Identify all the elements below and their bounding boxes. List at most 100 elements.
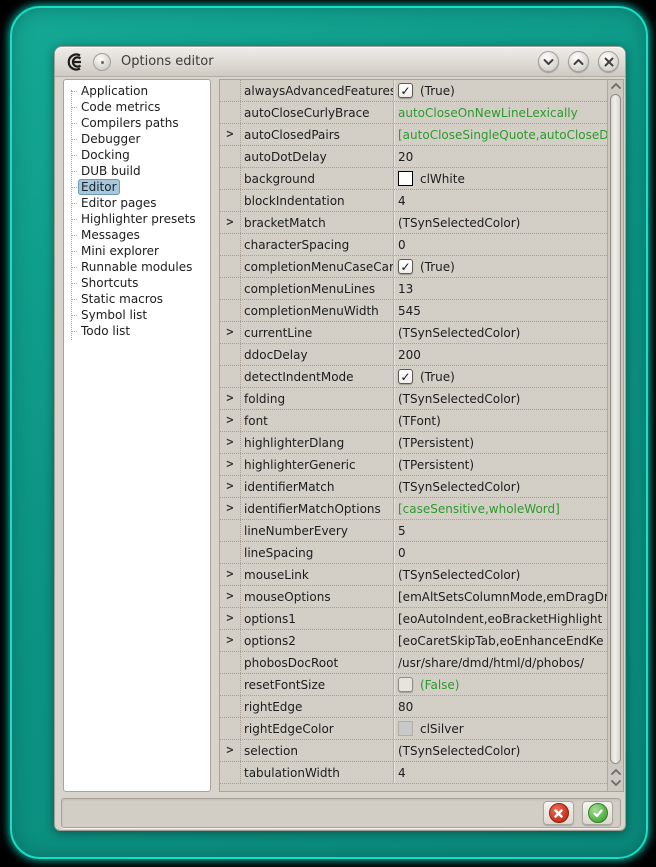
property-row-rightEdgeColor[interactable]: rightEdgeColorclSilver: [220, 718, 607, 740]
property-row-detectIndentMode[interactable]: detectIndentMode✓(True): [220, 366, 607, 388]
scroll-up-button[interactable]: [608, 82, 623, 90]
property-value[interactable]: 20: [393, 146, 607, 167]
property-row-highlighterDlang[interactable]: >highlighterDlang(TPersistent): [220, 432, 607, 454]
cancel-button[interactable]: [543, 801, 574, 825]
property-row-characterSpacing[interactable]: characterSpacing0: [220, 234, 607, 256]
expand-arrow-icon[interactable]: >: [226, 414, 234, 427]
property-row-mouseOptions[interactable]: >mouseOptions[emAltSetsColumnMode,emDrag…: [220, 586, 607, 608]
sidebar-item-runnable-modules[interactable]: Runnable modules: [64, 259, 210, 275]
expander-cell[interactable]: >: [220, 454, 241, 475]
close-button[interactable]: [598, 51, 619, 72]
expander-cell[interactable]: >: [220, 630, 241, 651]
property-value[interactable]: 4: [393, 190, 607, 211]
expand-arrow-icon[interactable]: >: [226, 392, 234, 405]
property-row-resetFontSize[interactable]: resetFontSize(False): [220, 674, 607, 696]
property-row-autoClosedPairs[interactable]: >autoClosedPairs[autoCloseSingleQuote,au…: [220, 124, 607, 146]
property-row-rightEdge[interactable]: rightEdge80: [220, 696, 607, 718]
expander-cell[interactable]: >: [220, 410, 241, 431]
property-value[interactable]: 0: [393, 234, 607, 255]
expand-arrow-icon[interactable]: >: [226, 502, 234, 515]
sidebar-item-editor-pages[interactable]: Editor pages: [64, 195, 210, 211]
checkbox-checked-icon[interactable]: ✓: [398, 259, 413, 274]
property-value[interactable]: [autoCloseSingleQuote,autoCloseD: [393, 124, 607, 145]
property-value[interactable]: (TFont): [393, 410, 607, 431]
unshade-button[interactable]: [568, 51, 589, 72]
sidebar-item-static-macros[interactable]: Static macros: [64, 291, 210, 307]
expand-arrow-icon[interactable]: >: [226, 326, 234, 339]
property-value[interactable]: 80: [393, 696, 607, 717]
property-value[interactable]: [emAltSetsColumnMode,emDragDr: [393, 586, 607, 607]
property-row-selection[interactable]: >selection(TSynSelectedColor): [220, 740, 607, 762]
expander-cell[interactable]: >: [220, 322, 241, 343]
expander-cell[interactable]: >: [220, 476, 241, 497]
expander-cell[interactable]: >: [220, 388, 241, 409]
sidebar-item-editor[interactable]: Editor: [64, 179, 210, 195]
property-row-identifierMatch[interactable]: >identifierMatch(TSynSelectedColor): [220, 476, 607, 498]
expander-cell[interactable]: >: [220, 740, 241, 761]
property-value[interactable]: [eoAutoIndent,eoBracketHighlight: [393, 608, 607, 629]
property-value[interactable]: ✓(True): [393, 366, 607, 387]
property-row-tabulationWidth[interactable]: tabulationWidth4: [220, 762, 607, 784]
property-value[interactable]: /usr/share/dmd/html/d/phobos/: [393, 652, 607, 673]
property-row-autoDotDelay[interactable]: autoDotDelay20: [220, 146, 607, 168]
expander-cell[interactable]: >: [220, 586, 241, 607]
expander-cell[interactable]: >: [220, 124, 241, 145]
checkbox-unchecked-icon[interactable]: [398, 677, 413, 692]
property-value[interactable]: (False): [393, 674, 607, 695]
shade-button[interactable]: [538, 51, 559, 72]
checkbox-checked-icon[interactable]: ✓: [398, 369, 413, 384]
property-value[interactable]: ✓(True): [393, 80, 607, 101]
property-value[interactable]: clWhite: [393, 168, 607, 189]
sidebar-item-compilers-paths[interactable]: Compilers paths: [64, 115, 210, 131]
sidebar-item-application[interactable]: Application: [64, 83, 210, 99]
scrollbar-thumb[interactable]: [610, 94, 621, 764]
property-value[interactable]: 13: [393, 278, 607, 299]
property-value[interactable]: [eoCaretSkipTab,eoEnhanceEndKe: [393, 630, 607, 651]
property-value[interactable]: [caseSensitive,wholeWord]: [393, 498, 607, 519]
scroll-down-button[interactable]: [608, 779, 623, 787]
sidebar-item-shortcuts[interactable]: Shortcuts: [64, 275, 210, 291]
property-value[interactable]: 200: [393, 344, 607, 365]
expand-arrow-icon[interactable]: >: [226, 436, 234, 449]
expand-arrow-icon[interactable]: >: [226, 216, 234, 229]
property-row-currentLine[interactable]: >currentLine(TSynSelectedColor): [220, 322, 607, 344]
sidebar-item-dub-build[interactable]: DUB build: [64, 163, 210, 179]
property-row-bracketMatch[interactable]: >bracketMatch(TSynSelectedColor): [220, 212, 607, 234]
property-row-completionMenuWidth[interactable]: completionMenuWidth545: [220, 300, 607, 322]
sidebar-item-highlighter-presets[interactable]: Highlighter presets: [64, 211, 210, 227]
property-value[interactable]: (TSynSelectedColor): [393, 388, 607, 409]
property-row-lineNumberEvery[interactable]: lineNumberEvery5: [220, 520, 607, 542]
property-row-ddocDelay[interactable]: ddocDelay200: [220, 344, 607, 366]
expand-arrow-icon[interactable]: >: [226, 568, 234, 581]
property-value[interactable]: (TSynSelectedColor): [393, 564, 607, 585]
expander-cell[interactable]: >: [220, 432, 241, 453]
property-row-completionMenuLines[interactable]: completionMenuLines13: [220, 278, 607, 300]
sidebar-item-code-metrics[interactable]: Code metrics: [64, 99, 210, 115]
property-value[interactable]: 4: [393, 762, 607, 783]
property-row-options2[interactable]: >options2[eoCaretSkipTab,eoEnhanceEndKe: [220, 630, 607, 652]
property-value[interactable]: autoCloseOnNewLineLexically: [393, 102, 607, 123]
sidebar-item-symbol-list[interactable]: Symbol list: [64, 307, 210, 323]
property-value[interactable]: ✓(True): [393, 256, 607, 277]
sidebar-item-mini-explorer[interactable]: Mini explorer: [64, 243, 210, 259]
property-row-phobosDocRoot[interactable]: phobosDocRoot/usr/share/dmd/html/d/phobo…: [220, 652, 607, 674]
sidebar-item-messages[interactable]: Messages: [64, 227, 210, 243]
property-row-completionMenuCaseCare[interactable]: completionMenuCaseCare✓(True): [220, 256, 607, 278]
expand-arrow-icon[interactable]: >: [226, 128, 234, 141]
property-value[interactable]: 545: [393, 300, 607, 321]
property-row-blockIndentation[interactable]: blockIndentation4: [220, 190, 607, 212]
sidebar-item-debugger[interactable]: Debugger: [64, 131, 210, 147]
expand-arrow-icon[interactable]: >: [226, 634, 234, 647]
property-row-lineSpacing[interactable]: lineSpacing0: [220, 542, 607, 564]
accept-button[interactable]: [582, 801, 613, 825]
expand-arrow-icon[interactable]: >: [226, 458, 234, 471]
scroll-up-button-bottom[interactable]: [608, 768, 623, 776]
property-value[interactable]: (TSynSelectedColor): [393, 322, 607, 343]
property-value[interactable]: (TSynSelectedColor): [393, 476, 607, 497]
expand-arrow-icon[interactable]: >: [226, 744, 234, 757]
property-value[interactable]: (TPersistent): [393, 454, 607, 475]
property-value[interactable]: (TPersistent): [393, 432, 607, 453]
expander-cell[interactable]: >: [220, 212, 241, 233]
vertical-scrollbar[interactable]: [607, 80, 623, 791]
property-row-folding[interactable]: >folding(TSynSelectedColor): [220, 388, 607, 410]
